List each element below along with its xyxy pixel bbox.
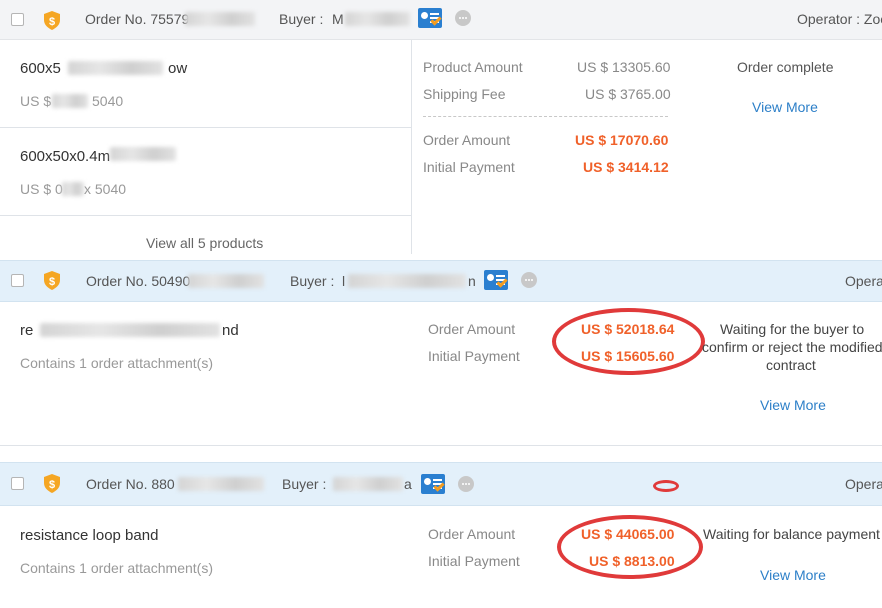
- redacted-buyer-name: [345, 12, 410, 26]
- initial-payment-value: US $ 3414.12: [583, 159, 669, 175]
- svg-text:$: $: [49, 16, 55, 28]
- order-status-line3: contract: [766, 357, 816, 373]
- view-more-link[interactable]: View More: [752, 99, 818, 115]
- order-card-2: $ Order No. 50490 Buyer : l n Opera re n…: [0, 260, 882, 446]
- annotation-circle: [552, 308, 705, 375]
- chat-icon[interactable]: [458, 476, 474, 492]
- view-more-link[interactable]: View More: [760, 397, 826, 413]
- product-amount-value: US $ 13305.60: [577, 59, 671, 75]
- buyer-label: Buyer :: [279, 11, 324, 27]
- order-status: Waiting for balance payment: [703, 526, 880, 542]
- redacted-product-name: [110, 147, 176, 161]
- operator: Operator : Zoe: [797, 11, 882, 27]
- initial-payment-label: Initial Payment: [423, 159, 515, 175]
- order-amount-label: Order Amount: [428, 526, 516, 542]
- buyer-name: M: [332, 11, 344, 27]
- product-price-2: US $ 0: [20, 181, 63, 197]
- product-item-1[interactable]: 600x5 ow US $ 5040: [0, 40, 412, 128]
- view-all-products-link[interactable]: View all 5 products: [146, 235, 263, 251]
- order-header-1: $ Order No. 75579 Buyer : M Operator : Z…: [0, 0, 882, 40]
- redacted-product-name: [68, 61, 163, 75]
- product-name-end: nd: [222, 322, 239, 339]
- product-name-1: 600x5: [20, 60, 61, 77]
- chat-icon[interactable]: [521, 272, 537, 288]
- order-amount-value: US $ 17070.60: [575, 132, 669, 148]
- redacted-order-number: [188, 274, 264, 288]
- redacted-buyer-name: [348, 274, 466, 288]
- order-card-3: $ Order No. 880 Buyer : a Opera resistan…: [0, 462, 882, 608]
- product-name[interactable]: re: [20, 322, 33, 339]
- buyer-name: l: [342, 273, 346, 289]
- order-header-3: $ Order No. 880 Buyer : a Opera: [0, 462, 882, 506]
- svg-text:$: $: [49, 276, 55, 288]
- product-name[interactable]: resistance loop band: [20, 527, 158, 544]
- product-amount-label: Product Amount: [423, 59, 523, 75]
- product-name-2: 600x50x0.4m: [20, 148, 111, 165]
- order-status: Order complete: [737, 59, 834, 75]
- buyer-name-end: n: [468, 273, 476, 289]
- order-number: Order No. 75579: [85, 11, 190, 27]
- order-header-2: $ Order No. 50490 Buyer : l n Opera: [0, 260, 882, 302]
- shipping-fee-value: US $ 3765.00: [585, 86, 671, 102]
- product-qty-1: 5040: [92, 93, 124, 109]
- redacted-buyer-name: [333, 477, 403, 491]
- redacted-order-number: [185, 12, 255, 26]
- shipping-fee-label: Shipping Fee: [423, 86, 506, 102]
- order-amount-label: Order Amount: [428, 321, 516, 337]
- buyer-label: Buyer :: [290, 273, 335, 289]
- redacted-product-name: [40, 323, 220, 337]
- order-number: Order No. 50490: [86, 273, 191, 289]
- attachment-note: Contains 1 order attachment(s): [20, 355, 213, 371]
- shield-icon: $: [44, 271, 60, 290]
- initial-payment-label: Initial Payment: [428, 348, 520, 364]
- order-number: Order No. 880: [86, 476, 175, 492]
- product-name-1-end: ow: [168, 60, 188, 77]
- attachment-note: Contains 1 order attachment(s): [20, 560, 213, 576]
- initial-payment-label: Initial Payment: [428, 553, 520, 569]
- operator: Opera: [845, 273, 882, 289]
- chat-icon[interactable]: [455, 10, 471, 26]
- annotation-circle: [557, 515, 703, 579]
- operator: Opera: [845, 476, 882, 492]
- product-item-2[interactable]: 600x50x0.4m US $ 0 x 5040: [0, 128, 412, 216]
- order-amount-label: Order Amount: [423, 132, 511, 148]
- redacted-price: [52, 94, 88, 108]
- order-checkbox[interactable]: [11, 13, 24, 26]
- product-list: 600x5 ow US $ 5040 600x50x0.4m US $ 0 x …: [0, 40, 412, 254]
- shield-icon: $: [44, 11, 60, 30]
- shield-icon: $: [44, 474, 60, 493]
- order-status-line1: Waiting for the buyer to: [720, 321, 865, 337]
- product-price-1: US $: [20, 93, 52, 109]
- svg-text:$: $: [49, 479, 55, 491]
- order-status-line2: confirm or reject the modified: [702, 339, 882, 355]
- annotation-mark: [653, 480, 679, 492]
- view-more-link[interactable]: View More: [760, 567, 826, 583]
- order-card-1: $ Order No. 75579 Buyer : M Operator : Z…: [0, 0, 882, 254]
- order-checkbox[interactable]: [11, 477, 24, 490]
- amount-divider: [423, 116, 668, 117]
- redacted-order-number: [178, 477, 264, 491]
- redacted-price: [62, 182, 84, 196]
- product-qty-2: x 5040: [84, 181, 127, 197]
- buyer-name: a: [404, 476, 412, 492]
- buyer-label: Buyer :: [282, 476, 327, 492]
- order-checkbox[interactable]: [11, 274, 24, 287]
